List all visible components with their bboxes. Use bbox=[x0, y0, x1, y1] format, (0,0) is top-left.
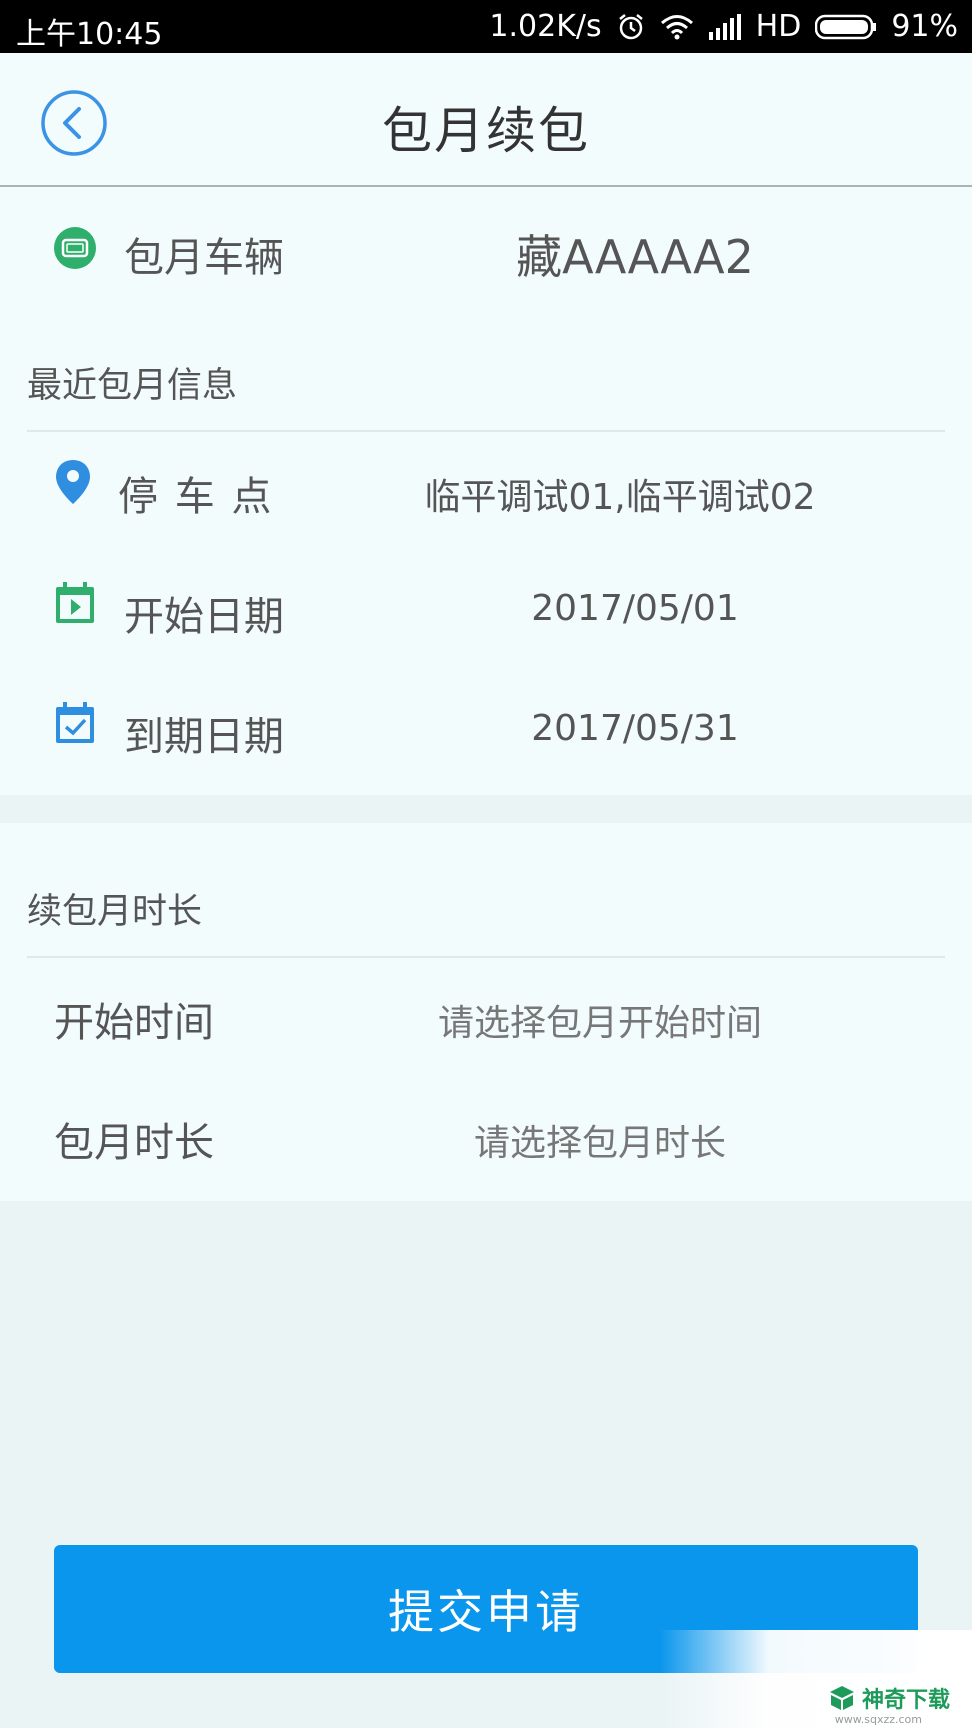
start-time-label: 开始时间 bbox=[54, 1000, 214, 1046]
duration-row[interactable]: 包月时长 请选择包月时长 bbox=[0, 1078, 972, 1198]
vehicle-plate: 藏AAAAA2 bbox=[516, 230, 754, 284]
watermark: 神奇下载 www.sqxzz.com bbox=[660, 1630, 972, 1728]
calendar-check-icon bbox=[54, 701, 96, 749]
start-date-label: 开始日期 bbox=[124, 594, 284, 640]
battery-icon bbox=[815, 14, 877, 40]
status-speed: 1.02K/s bbox=[489, 9, 602, 44]
calendar-play-icon bbox=[54, 581, 96, 629]
header: 包月续包 bbox=[0, 53, 972, 187]
renew-card: 续包月时长 开始时间 请选择包月开始时间 包月时长 请选择包月时长 bbox=[0, 823, 972, 1201]
end-date-label: 到期日期 bbox=[124, 714, 284, 760]
location-pin-icon bbox=[54, 458, 92, 510]
duration-label: 包月时长 bbox=[54, 1120, 214, 1166]
start-time-picker[interactable]: 请选择包月开始时间 bbox=[400, 994, 800, 1046]
status-bar: 上午10:45 1.02K/s HD 91% bbox=[0, 0, 972, 53]
end-date-value: 2017/05/31 bbox=[531, 708, 739, 749]
alarm-icon bbox=[616, 12, 646, 42]
vehicle-row: 包月车辆 藏AAAAA2 bbox=[0, 187, 972, 312]
start-time-row[interactable]: 开始时间 请选择包月开始时间 bbox=[0, 958, 972, 1078]
parking-value: 临平调试01,临平调试02 bbox=[424, 477, 816, 518]
network-type: HD bbox=[755, 9, 802, 44]
vehicle-label: 包月车辆 bbox=[124, 235, 284, 281]
start-date-row: 开始日期 2017/05/01 bbox=[0, 552, 972, 672]
parking-label: 停 车 点 bbox=[118, 474, 274, 520]
signal-icon bbox=[708, 13, 742, 40]
duration-picker[interactable]: 请选择包月时长 bbox=[400, 1114, 800, 1166]
watermark-url: www.sqxzz.com bbox=[834, 1713, 922, 1726]
parking-row: 停 车 点 临平调试01,临平调试02 bbox=[0, 432, 972, 552]
recent-info-card: 包月车辆 藏AAAAA2 最近包月信息 停 车 点 临平调试01,临平调试02 … bbox=[0, 187, 972, 795]
end-date-row: 到期日期 2017/05/31 bbox=[0, 672, 972, 792]
status-time: 上午10:45 bbox=[16, 17, 163, 52]
watermark-logo: 神奇下载 bbox=[828, 1682, 950, 1714]
battery-level: 91% bbox=[891, 9, 958, 44]
page-title: 包月续包 bbox=[382, 102, 590, 160]
start-date-value: 2017/05/01 bbox=[531, 588, 739, 629]
renew-title: 续包月时长 bbox=[27, 892, 203, 932]
status-right: 1.02K/s HD 91% bbox=[489, 9, 958, 44]
watermark-brand: 神奇下载 bbox=[861, 1688, 950, 1713]
watermark-box-icon bbox=[829, 1686, 854, 1710]
wifi-icon bbox=[660, 13, 694, 41]
license-plate-icon bbox=[54, 227, 96, 273]
recent-info-title: 最近包月信息 bbox=[27, 366, 238, 406]
